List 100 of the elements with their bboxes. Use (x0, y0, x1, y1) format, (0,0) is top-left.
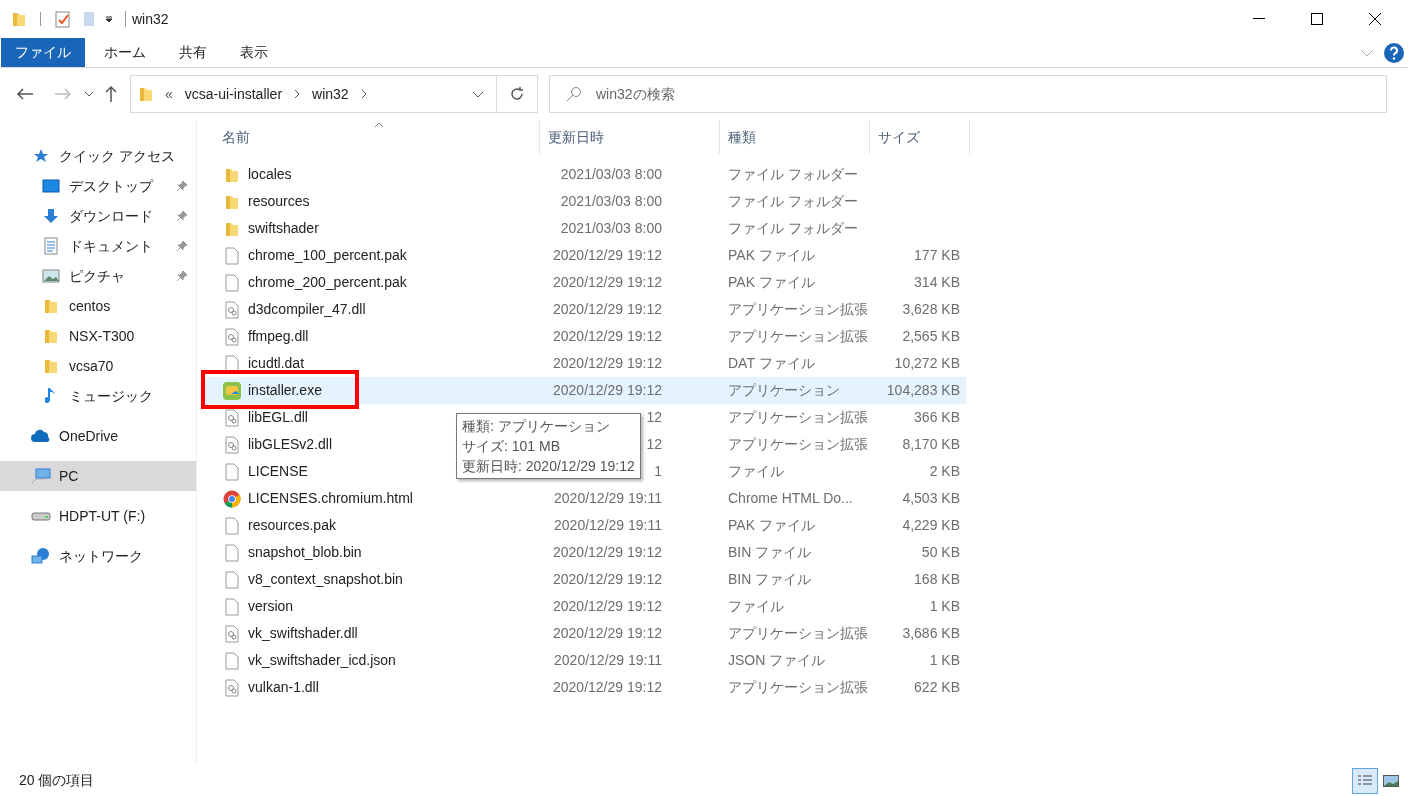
checklist-icon[interactable] (55, 10, 71, 28)
maximize-icon (1311, 13, 1323, 25)
overflow-chevron[interactable]: « (165, 83, 173, 105)
file-name[interactable]: resources (248, 191, 310, 212)
type-cell: アプリケーション拡張 (728, 328, 868, 344)
nav-item[interactable]: vcsa70 (0, 351, 196, 381)
nav-label: ネットワーク (59, 546, 144, 566)
tooltip-line: サイズ: 101 MB (462, 437, 562, 456)
chevron-right-icon[interactable] (294, 89, 301, 99)
folder-icon (225, 166, 239, 183)
ribbon-tab[interactable]: 表示 (226, 38, 282, 67)
file-name[interactable]: resources.pak (248, 515, 336, 536)
pin-icon (176, 210, 188, 222)
nav-item[interactable]: centos (0, 291, 196, 321)
breadcrumb-item[interactable]: win32 (312, 83, 349, 105)
type-cell: ファイル (728, 463, 784, 479)
refresh-icon[interactable] (509, 86, 525, 102)
chevron-down-icon[interactable] (84, 91, 94, 97)
file-name[interactable]: vk_swiftshader.dll (248, 623, 358, 644)
folder-icon (44, 328, 58, 344)
chevron-down-icon[interactable] (472, 90, 484, 98)
file-name[interactable]: vulkan-1.dll (248, 677, 319, 698)
file-name[interactable]: v8_context_snapshot.bin (248, 569, 403, 590)
file-name[interactable]: chrome_100_percent.pak (248, 245, 407, 266)
column-header[interactable]: サイズ (870, 120, 970, 154)
nav-label: ドキュメント (69, 236, 154, 256)
file-name[interactable]: version (248, 596, 294, 617)
type-cell: PAK ファイル (728, 247, 815, 263)
ribbon-tab[interactable]: 共有 (165, 38, 221, 67)
search-field[interactable]: win32の検索 (549, 75, 1387, 113)
date-cell-text: 2020/12/29 19:12 (553, 543, 662, 562)
nav-item[interactable]: ドキュメント (0, 231, 196, 261)
breadcrumb-item[interactable]: vcsa-ui-installer (184, 83, 283, 105)
help-icon[interactable] (1384, 42, 1404, 63)
sort-caret-icon[interactable] (374, 122, 384, 128)
ribbon-tab[interactable]: ホーム (90, 38, 160, 67)
up-arrow-icon[interactable] (104, 85, 118, 103)
nav-item[interactable]: HDPT-UT (F:) (0, 501, 196, 531)
size-cell: 1 KB (929, 598, 960, 614)
size-cell: 314 KB (914, 274, 960, 290)
file-icon (225, 516, 239, 535)
file-name[interactable]: snapshot_blob.bin (248, 542, 362, 563)
type-cell: DAT ファイル (728, 355, 815, 371)
address-bar[interactable]: « vcsa-ui-installer win32 (130, 75, 538, 113)
nav-item[interactable]: ミュージック (0, 381, 196, 411)
drive-icon (31, 510, 51, 522)
file-name[interactable]: d3dcompiler_47.dll (248, 299, 366, 320)
file-name[interactable]: libEGL.dll (248, 407, 308, 428)
document-icon (44, 237, 58, 255)
date-cell-text: 2020/12/29 19:12 (553, 678, 662, 697)
nav-item[interactable]: NSX-T300 (0, 321, 196, 351)
chevron-right-icon[interactable] (360, 89, 367, 99)
type-cell: BIN ファイル (728, 571, 812, 587)
date-cell-text: 1 (654, 462, 662, 481)
file-name[interactable]: icudtl.dat (248, 353, 305, 374)
type-cell: アプリケーション拡張 (728, 625, 868, 641)
back-arrow-icon[interactable] (16, 87, 34, 101)
nav-label: ピクチャ (69, 266, 126, 286)
file-name[interactable]: LICENSES.chromium.html (248, 488, 413, 509)
file-name[interactable]: LICENSE (248, 461, 308, 482)
folder-icon (12, 11, 26, 27)
size-cell: 622 KB (914, 679, 960, 695)
nav-item[interactable]: ネットワーク (0, 541, 196, 571)
star-icon (33, 148, 49, 164)
type-cell: アプリケーション拡張 (728, 409, 868, 425)
file-name[interactable]: ffmpeg.dll (248, 326, 309, 347)
size-cell: 3,628 KB (902, 301, 960, 317)
nav-item[interactable]: ピクチャ (0, 261, 196, 291)
file-name[interactable]: vk_swiftshader_icd.json (248, 650, 396, 671)
size-cell: 104,283 KB (886, 382, 960, 398)
column-header[interactable]: 種類 (720, 120, 870, 154)
date-cell-text: 12 (646, 408, 662, 427)
column-header[interactable]: 名前 (201, 120, 540, 154)
file-icon (225, 597, 239, 616)
file-name[interactable]: libGLESv2.dll (248, 434, 333, 455)
file-icon (225, 354, 239, 373)
nav-item[interactable]: PC (0, 461, 196, 491)
file-name[interactable]: locales (248, 164, 292, 185)
file-gear-icon (225, 300, 239, 319)
file-name[interactable]: installer.exe (248, 380, 322, 401)
nav-item[interactable]: OneDrive (0, 421, 196, 451)
nav-item[interactable]: デスクトップ (0, 171, 196, 201)
size-cell: 4,229 KB (902, 517, 960, 533)
nav-item[interactable]: ダウンロード (0, 201, 196, 231)
pin-icon (176, 270, 188, 282)
date-cell-text: 2020/12/29 19:11 (554, 651, 662, 670)
file-name[interactable]: chrome_200_percent.pak (248, 272, 407, 293)
type-cell: アプリケーション拡張 (728, 679, 868, 695)
file-icon (225, 462, 239, 481)
file-icon (225, 651, 239, 670)
nav-item[interactable]: クイック アクセス (0, 141, 196, 171)
type-cell: アプリケーション拡張 (728, 301, 868, 317)
type-cell: ファイル フォルダー (728, 166, 858, 182)
dropdown-icon[interactable] (105, 15, 113, 23)
date-cell-text: 2021/03/03 8:00 (560, 192, 662, 211)
column-header[interactable]: 更新日時 (540, 120, 720, 154)
file-name[interactable]: swiftshader (248, 218, 319, 239)
pin-icon (176, 180, 188, 192)
ribbon-tab[interactable]: ファイル (1, 38, 85, 67)
type-cell: アプリケーション (728, 382, 840, 398)
